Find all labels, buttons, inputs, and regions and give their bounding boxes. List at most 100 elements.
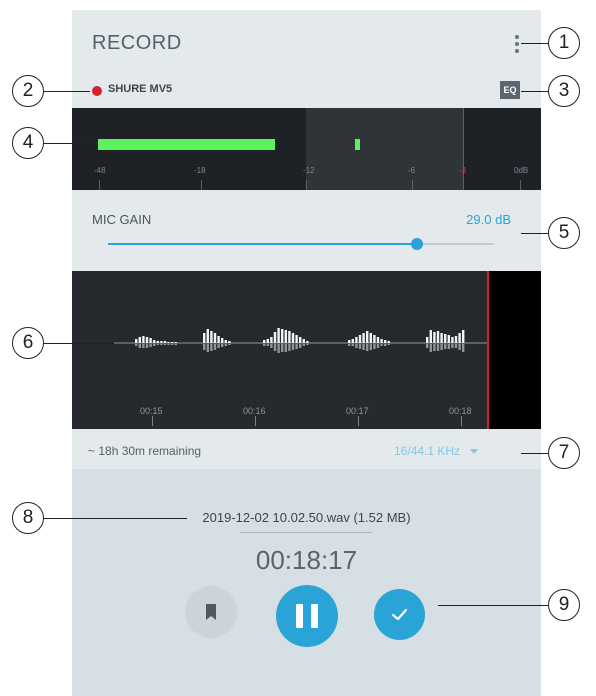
waveform-trough bbox=[266, 344, 269, 346]
waveform-time-label: 00:15 bbox=[140, 406, 163, 416]
waveform-peak bbox=[156, 341, 159, 343]
waveform-trough bbox=[362, 344, 365, 350]
callout-9: 9 bbox=[548, 589, 580, 621]
callout-4: 4 bbox=[12, 127, 44, 159]
waveform-time-label: 00:16 bbox=[243, 406, 266, 416]
waveform-peak bbox=[454, 336, 458, 343]
waveform-trough bbox=[203, 344, 206, 350]
meter-tick: -12 bbox=[303, 166, 315, 175]
waveform-peak bbox=[373, 335, 376, 343]
waveform-trough bbox=[210, 344, 213, 351]
waveform-peak bbox=[281, 329, 284, 343]
waveform-peak bbox=[142, 336, 145, 343]
callout-leader bbox=[521, 43, 549, 44]
waveform-trough bbox=[355, 344, 358, 348]
waveform-view[interactable]: 00:15 00:16 00:17 00:18 bbox=[72, 271, 541, 429]
waveform-peak bbox=[302, 339, 305, 343]
waveform-trough bbox=[373, 344, 376, 349]
waveform-trough bbox=[458, 344, 461, 350]
waveform-peak bbox=[217, 336, 220, 343]
waveform-trough bbox=[384, 344, 387, 346]
meter-peak-marker bbox=[355, 139, 360, 150]
waveform-trough bbox=[369, 344, 372, 350]
meter-tickmark bbox=[463, 180, 464, 190]
device-name: SHURE MV5 bbox=[108, 83, 173, 95]
waveform-time-label: 00:17 bbox=[346, 406, 369, 416]
waveform-peak bbox=[384, 340, 387, 343]
meter-tickmark bbox=[306, 180, 307, 190]
waveform-trough bbox=[426, 344, 429, 348]
waveform-peak bbox=[270, 337, 273, 343]
level-meter: -48 -18 -12 -6 -3 0dB bbox=[72, 108, 541, 190]
waveform-peak bbox=[224, 340, 227, 343]
waveform-peak bbox=[376, 337, 380, 343]
eq-button[interactable]: EQ bbox=[500, 81, 520, 99]
waveform-peak bbox=[160, 341, 163, 343]
mic-gain-slider-thumb[interactable] bbox=[410, 238, 423, 250]
waveform-trough bbox=[145, 344, 149, 348]
waveform-peak bbox=[447, 335, 450, 343]
waveform-trough bbox=[387, 344, 390, 345]
waveform-peak bbox=[135, 339, 138, 343]
callout-3: 3 bbox=[548, 75, 580, 107]
waveform-peak bbox=[167, 342, 170, 343]
waveform-peak bbox=[295, 335, 298, 343]
waveform-trough bbox=[270, 344, 273, 348]
waveform-peak bbox=[358, 335, 362, 343]
check-icon bbox=[391, 608, 408, 621]
waveform-peak bbox=[206, 329, 209, 343]
waveform-trough bbox=[153, 344, 156, 346]
waveform-tickmark bbox=[152, 416, 153, 426]
waveform-trough bbox=[263, 344, 266, 346]
waveform-trough bbox=[160, 344, 163, 345]
waveform-peak bbox=[163, 341, 167, 343]
callout-7: 7 bbox=[548, 437, 580, 469]
waveform-peak bbox=[174, 342, 177, 343]
waveform-peak bbox=[366, 331, 369, 343]
waveform-peak bbox=[213, 333, 217, 343]
waveform-peak bbox=[369, 333, 372, 343]
waveform-peak bbox=[348, 340, 351, 343]
waveform-trough bbox=[281, 344, 284, 352]
meter-tick: -3 bbox=[459, 166, 467, 175]
pause-button[interactable] bbox=[276, 585, 338, 647]
waveform-trough bbox=[206, 344, 209, 352]
waveform-peak bbox=[149, 338, 152, 343]
mic-gain-slider[interactable] bbox=[108, 238, 494, 250]
overflow-menu-icon[interactable] bbox=[512, 34, 522, 56]
waveform-trough bbox=[429, 344, 432, 352]
waveform-trough bbox=[149, 344, 152, 347]
divider bbox=[240, 532, 372, 533]
waveform-trough bbox=[291, 344, 295, 350]
elapsed-timer: 00:18:17 bbox=[255, 545, 358, 575]
waveform-peak bbox=[380, 339, 383, 343]
callout-leader bbox=[42, 91, 90, 92]
waveform-playhead bbox=[487, 271, 489, 429]
waveform-trough bbox=[440, 344, 443, 350]
waveform-peak bbox=[387, 341, 390, 343]
callout-2: 2 bbox=[12, 75, 44, 107]
waveform-trough bbox=[284, 344, 287, 352]
waveform-peak bbox=[228, 341, 231, 343]
waveform-peak bbox=[362, 333, 365, 343]
recording-info-bar: ~ 18h 30m remaining 16/44.1 KHz bbox=[72, 429, 541, 469]
waveform-trough bbox=[433, 344, 436, 351]
mic-gain-label: MIC GAIN bbox=[92, 212, 152, 227]
finish-recording-button[interactable] bbox=[374, 589, 425, 640]
waveform-peak bbox=[299, 337, 302, 343]
bookmark-button[interactable] bbox=[185, 586, 237, 638]
waveform-trough bbox=[351, 344, 354, 346]
waveform-trough bbox=[288, 344, 291, 351]
waveform-tickmark bbox=[255, 416, 256, 426]
meter-tick: -18 bbox=[194, 166, 206, 175]
format-dropdown[interactable]: 16/44.1 KHz bbox=[394, 444, 479, 458]
waveform-peak bbox=[306, 341, 309, 343]
mic-gain-panel: MIC GAIN 29.0 dB bbox=[72, 190, 541, 271]
meter-tick: -6 bbox=[408, 166, 416, 175]
pause-icon bbox=[296, 604, 303, 628]
waveform-peak bbox=[288, 331, 291, 343]
waveform-trough bbox=[171, 344, 174, 345]
waveform-peak bbox=[429, 330, 432, 343]
waveform-trough bbox=[142, 344, 145, 348]
waveform-trough bbox=[299, 344, 302, 348]
